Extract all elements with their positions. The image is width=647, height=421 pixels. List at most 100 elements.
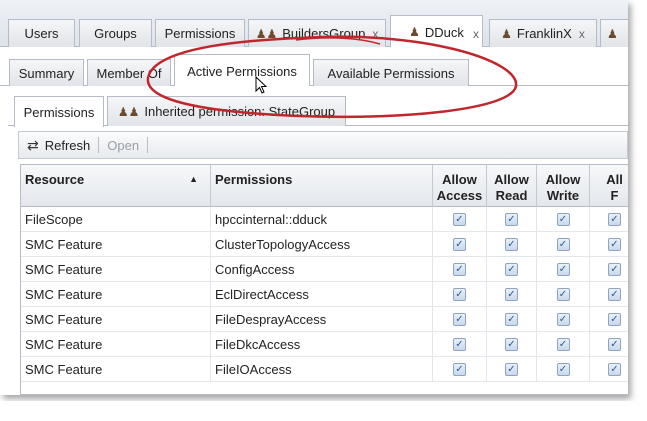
allow-write-checkbox[interactable]: ✓	[556, 338, 570, 351]
table-row[interactable]: SMC Feature FileDkcAccess ✓ ✓ ✓ ✓	[21, 332, 628, 357]
allow-write-checkbox[interactable]: ✓	[556, 288, 570, 301]
allow-write-cell: ✓	[537, 357, 590, 382]
allow-write-cell: ✓	[537, 307, 590, 332]
allow-access-cell: ✓	[433, 257, 487, 282]
column-header-resource[interactable]: Resource ▲	[21, 165, 211, 207]
tab-groups[interactable]: Groups	[79, 19, 152, 47]
tab-franklinx[interactable]: x ♟ FranklinX x	[473, 19, 597, 47]
torn-edge-bottom	[0, 401, 647, 421]
allow-full-cell: ✓	[590, 357, 628, 382]
table-row[interactable]: SMC Feature FileIOAccess ✓ ✓ ✓ ✓	[21, 357, 628, 382]
refresh-button[interactable]: ⇄ Refresh	[19, 132, 98, 158]
user-icon: ♟	[501, 26, 512, 41]
allow-write-checkbox[interactable]: ✓	[556, 263, 570, 276]
column-header-allow-write[interactable]: Allow Write	[537, 165, 590, 207]
allow-full-checkbox[interactable]: ✓	[608, 263, 621, 276]
tab-permissions[interactable]: Permissions	[155, 19, 245, 47]
permission-cell: EclDirectAccess	[211, 282, 433, 307]
allow-full-checkbox[interactable]: ✓	[608, 238, 621, 251]
column-header-allow-full[interactable]: All F	[590, 165, 628, 207]
tab-dduck[interactable]: ♟ DDuck	[390, 15, 483, 48]
allow-access-checkbox[interactable]: ✓	[453, 288, 466, 301]
tab-label: Active Permissions	[187, 63, 297, 79]
allow-read-checkbox[interactable]: ✓	[505, 363, 518, 376]
column-header-permissions[interactable]: Permissions	[211, 165, 433, 207]
allow-access-cell: ✓	[433, 332, 487, 357]
allow-full-cell: ✓	[590, 282, 628, 307]
allow-read-checkbox[interactable]: ✓	[505, 263, 518, 276]
table-row[interactable]: SMC Feature ConfigAccess ✓ ✓ ✓ ✓	[21, 257, 628, 282]
column-label: Resource	[25, 172, 85, 187]
allow-full-checkbox[interactable]: ✓	[608, 363, 621, 376]
allow-write-checkbox[interactable]: ✓	[556, 363, 570, 376]
user-icon: ♟	[607, 26, 618, 41]
tab-inherited-permission[interactable]: ♟♟ Inherited permission: StateGroup	[107, 96, 346, 126]
tab-users[interactable]: Users	[8, 19, 75, 47]
allow-full-checkbox[interactable]: ✓	[608, 288, 621, 301]
tab-inner-permissions[interactable]: Permissions	[14, 96, 104, 127]
open-button[interactable]: Open	[99, 132, 147, 158]
table-row[interactable]: SMC Feature FileDesprayAccess ✓ ✓ ✓ ✓	[21, 307, 628, 332]
table-row[interactable]: SMC Feature ClusterTopologyAccess ✓ ✓ ✓ ✓	[21, 232, 628, 257]
allow-read-checkbox[interactable]: ✓	[505, 313, 518, 326]
allow-full-checkbox[interactable]: ✓	[608, 313, 621, 326]
table-row[interactable]: FileScope hpccinternal::dduck ✓ ✓ ✓ ✓	[21, 207, 628, 232]
tab-active-permissions[interactable]: Active Permissions	[174, 54, 310, 87]
tab-member-of[interactable]: Member Of	[87, 59, 171, 86]
tab-label: BuildersGroup	[282, 26, 366, 41]
resource-cell: SMC Feature	[21, 232, 211, 257]
allow-read-checkbox[interactable]: ✓	[505, 213, 518, 226]
grid-body: FileScope hpccinternal::dduck ✓ ✓ ✓ ✓ SMC Feat…	[21, 207, 628, 382]
permission-cell: hpccinternal::dduck	[211, 207, 433, 232]
allow-write-checkbox[interactable]: ✓	[556, 313, 570, 326]
allow-read-cell: ✓	[487, 332, 537, 357]
allow-access-checkbox[interactable]: ✓	[453, 338, 466, 351]
mouse-cursor-icon	[255, 76, 268, 94]
allow-read-checkbox[interactable]: ✓	[505, 338, 518, 351]
allow-write-cell: ✓	[537, 257, 590, 282]
allow-access-checkbox[interactable]: ✓	[453, 363, 466, 376]
allow-full-cell: ✓	[590, 307, 628, 332]
user-icon: ♟	[409, 25, 420, 39]
allow-full-checkbox[interactable]: ✓	[608, 338, 621, 351]
column-header-allow-read[interactable]: Allow Read	[487, 165, 537, 207]
column-label-line1: Allow	[442, 172, 477, 187]
allow-read-checkbox[interactable]: ✓	[505, 288, 518, 301]
tab-label: DDuck	[424, 24, 464, 40]
close-icon[interactable]: x	[473, 27, 479, 41]
allow-write-checkbox[interactable]: ✓	[556, 238, 570, 251]
allow-access-checkbox[interactable]: ✓	[453, 238, 466, 251]
allow-write-cell: ✓	[537, 232, 590, 257]
close-icon[interactable]: x	[579, 27, 585, 41]
group-icon: ♟♟	[255, 26, 278, 41]
allow-access-checkbox[interactable]: ✓	[453, 263, 466, 276]
tab-overflow[interactable]: ♟	[600, 19, 628, 47]
allow-read-cell: ✓	[487, 207, 537, 232]
allow-write-checkbox[interactable]: ✓	[556, 213, 570, 226]
column-label-line1: Allow	[545, 172, 581, 187]
tab-available-permissions[interactable]: Available Permissions	[313, 59, 469, 86]
allow-full-checkbox[interactable]: ✓	[608, 213, 621, 226]
inner-tab-bar: Permissions ♟♟ Inherited permission: Sta…	[8, 86, 628, 127]
column-label-line2: Access	[436, 188, 483, 203]
table-row[interactable]: SMC Feature EclDirectAccess ✓ ✓ ✓ ✓	[21, 282, 628, 307]
column-header-allow-access[interactable]: Allow Access	[433, 165, 487, 207]
allow-access-cell: ✓	[433, 282, 487, 307]
allow-read-checkbox[interactable]: ✓	[505, 238, 518, 251]
allow-access-checkbox[interactable]: ✓	[453, 213, 466, 226]
allow-read-cell: ✓	[487, 282, 537, 307]
top-tab-bar: Users Groups Permissions ♟♟ BuildersGrou…	[0, 0, 628, 48]
tab-buildersgroup[interactable]: ♟♟ BuildersGroup x	[248, 19, 386, 47]
resource-cell: SMC Feature	[21, 307, 211, 332]
allow-full-cell: ✓	[590, 257, 628, 282]
tab-summary[interactable]: Summary	[9, 59, 84, 86]
column-label-line1: All	[606, 172, 623, 187]
allow-access-cell: ✓	[433, 232, 487, 257]
column-label-line2: Read	[495, 188, 528, 203]
column-label-line1: Allow	[494, 172, 529, 187]
allow-access-checkbox[interactable]: ✓	[453, 313, 466, 326]
allow-read-cell: ✓	[487, 257, 537, 282]
permission-cell: ConfigAccess	[211, 257, 433, 282]
tab-label: Summary	[18, 65, 75, 81]
close-icon[interactable]: x	[372, 27, 378, 41]
